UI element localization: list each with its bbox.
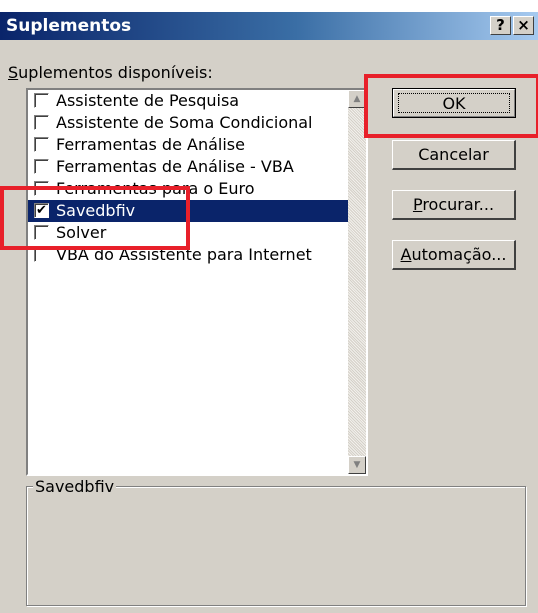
list-item[interactable]: Ferramentas de Análise - VBA [28,156,348,178]
help-button[interactable]: ? [490,16,511,35]
list-item[interactable]: Assistente de Pesquisa [28,90,348,112]
available-addins-label-rest: uplementos disponíveis: [18,63,213,82]
addin-label: Ferramentas de Análise [56,135,245,154]
scroll-down-icon: ▼ [353,460,361,470]
automation-button-label: utomação... [411,245,507,264]
list-item[interactable]: Assistente de Soma Condicional [28,112,348,134]
browse-button[interactable]: Procurar... [392,190,516,220]
vertical-scrollbar[interactable]: ▲ ▼ [348,90,366,474]
addin-checkbox[interactable] [34,115,49,130]
cancel-button[interactable]: Cancelar [392,140,516,170]
addin-label: Assistente de Pesquisa [56,91,240,110]
automation-button[interactable]: Automação... [392,240,516,270]
addin-checkbox[interactable] [34,93,49,108]
browse-button-mnemonic: P [412,195,423,214]
addin-checkbox[interactable] [34,159,49,174]
title-bar[interactable]: Suplementos ? × [0,12,538,40]
close-button[interactable]: × [513,16,534,35]
description-groupbox: Savedbfiv [26,477,526,606]
addin-label: Ferramentas de Análise - VBA [56,157,294,176]
description-title: Savedbfiv [33,477,117,496]
available-addins-label-mnemonic: S [8,63,19,82]
available-addins-label: Suplementos disponíveis: [8,63,213,82]
ok-highlight-box [364,74,538,138]
scroll-up-icon: ▲ [353,94,361,104]
window-title: Suplementos [6,16,132,36]
addin-label: Assistente de Soma Condicional [56,113,313,132]
addin-checkbox[interactable] [34,137,49,152]
list-item[interactable]: Ferramentas de Análise [28,134,348,156]
savedbfiv-highlight-box [0,186,190,250]
automation-button-mnemonic: A [400,245,412,264]
scroll-down-button[interactable]: ▼ [348,456,366,474]
addins-listbox[interactable]: Assistente de Pesquisa Assistente de Soma… [26,88,368,476]
browse-button-label: rocurar... [422,195,495,214]
